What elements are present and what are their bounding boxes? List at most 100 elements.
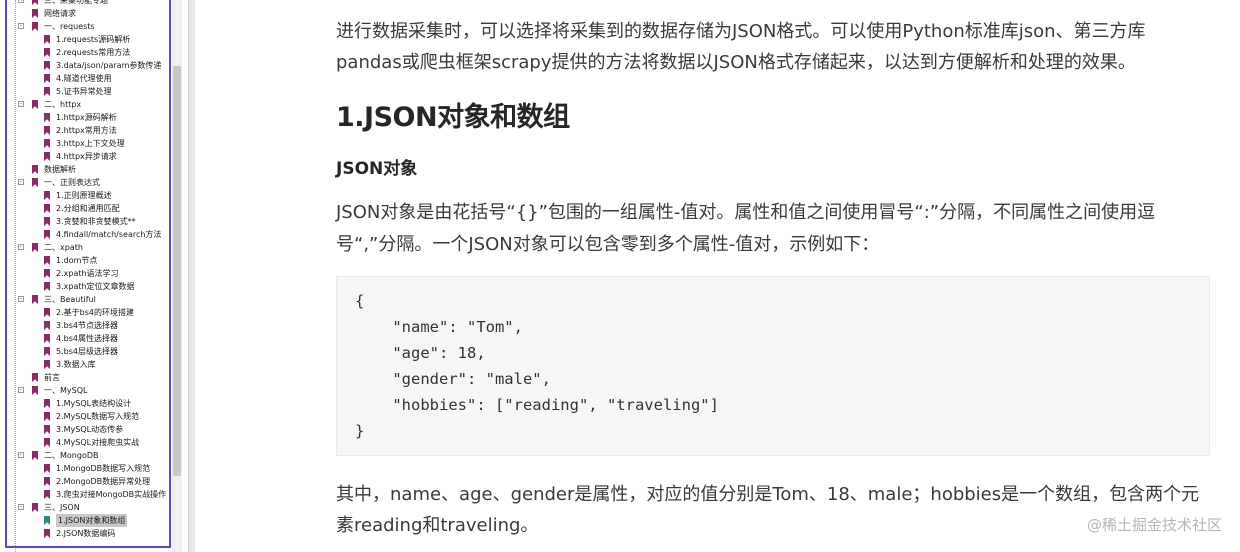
tree-item[interactable]: 3.数据入库 [6,358,172,371]
expand-icon[interactable]: + [18,0,24,3]
tree-item[interactable]: 3.data/json/param参数传递 [6,59,172,72]
bookmark-icon [44,74,50,83]
tree-item[interactable]: 5.证书异常处理 [6,85,172,98]
panel-splitter[interactable] [188,0,195,552]
tree-item[interactable]: 4.MySQL对接爬虫实战 [6,436,172,449]
tree-item-label: 4.findall/match/search方法 [56,230,162,239]
tree-item[interactable]: 1.requests源码解析 [6,33,172,46]
tree-item[interactable]: 2.xpath语法学习 [6,267,172,280]
watermark: @稀土掘金技术社区 [1086,516,1222,534]
tree-item-label: 二、httpx [44,100,82,109]
tree-item[interactable]: 2.MongoDB数据异常处理 [6,475,172,488]
bookmark-icon [44,269,50,278]
bookmark-icon [44,477,50,486]
bookmark-icon [44,152,50,161]
collapse-icon[interactable]: - [18,296,24,302]
tree-item[interactable]: 数据解析 [6,163,172,176]
bookmark-icon [44,438,50,447]
bookmark-icon [44,308,50,317]
tree-item[interactable]: 2.基于bs4的环境搭建 [6,306,172,319]
tree-item-label: 三、Beautiful [44,295,96,304]
tree-item[interactable]: 3.bs4节点选择器 [6,319,172,332]
tree-item-label: 4.隧道代理使用 [56,74,112,83]
code-line: "name": "Tom", [355,318,523,336]
tree-item[interactable]: - 一、requests [6,20,172,33]
tree-item[interactable]: 4.隧道代理使用 [6,72,172,85]
tree-item[interactable]: 4.httpx异步请求 [6,150,172,163]
tree-item[interactable]: 2.requests常用方法 [6,46,172,59]
tree-item[interactable]: 前言 [6,371,172,384]
collapse-icon[interactable]: - [18,23,24,29]
tree-item[interactable]: + 三、采集功能专题 [6,0,172,7]
bookmark-icon [44,529,50,538]
tree-item[interactable]: - 二、xpath [6,241,172,254]
collapse-icon[interactable]: - [18,244,24,250]
tree-item-label: 一、正则表达式 [44,178,100,187]
tree-item-label: 1.dom节点 [56,256,98,265]
tree-item-label: 3.data/json/param参数传递 [56,61,162,70]
bookmark-icon [44,48,50,57]
tree-item[interactable]: 3.爬虫对接MongoDB实战操作 [6,488,172,501]
tree-item[interactable]: 1.MongoDB数据写入规范 [6,462,172,475]
tree-item[interactable]: 5.bs4层级选择器 [6,345,172,358]
tree-item-label: 2.httpx常用方法 [56,126,117,135]
bookmark-icon [32,243,38,252]
tree-item[interactable]: - 一、MySQL [6,384,172,397]
collapse-icon[interactable]: - [18,504,24,510]
bookmark-icon [44,321,50,330]
tree-item[interactable]: - 三、Beautiful [6,293,172,306]
tree-item-label: 3.爬虫对接MongoDB实战操作 [56,490,167,499]
tree-item-label: 3.数据入库 [56,360,96,369]
bookmark-icon [32,373,38,382]
tree-item[interactable]: 4.bs4属性选择器 [6,332,172,345]
tree-item[interactable]: 2.httpx常用方法 [6,124,172,137]
tree-item[interactable]: 3.xpath定位文章数据 [6,280,172,293]
tree-item[interactable]: 3.MySQL动态传参 [6,423,172,436]
tree-item-label: 1.MongoDB数据写入规范 [56,464,151,473]
collapse-icon[interactable]: - [18,452,24,458]
bookmark-icon [44,464,50,473]
tree-item[interactable]: - 三、JSON [6,501,172,514]
tree-item-label: 二、MongoDB [44,451,99,460]
bookmark-icon [44,61,50,70]
tree-item[interactable]: - 二、httpx [6,98,172,111]
tree-item[interactable]: 1.正则原理概述 [6,189,172,202]
conclusion-paragraph: 其中，name、age、gender是属性，对应的值分别是Tom、18、male… [336,484,1200,536]
bookmark-icon [44,282,50,291]
bookmark-icon [44,191,50,200]
tree-item-label: 三、JSON [44,503,80,512]
bookmark-icon [32,503,38,512]
bookmark-tree-panel: + 三、采集功能专题网络请求 - 一、requests 1.requests源码解析 2.… [0,0,196,552]
tree-item-label: 2.JSON数据编码 [56,529,116,538]
bookmark-icon [44,87,50,96]
tree-item[interactable]: - 二、MongoDB [6,449,172,462]
tree-item[interactable]: - 一、正则表达式 [6,176,172,189]
tree-item[interactable]: 2.MySQL数据写入规范 [6,410,172,423]
tree-item[interactable]: 2.JSON数据编码 [6,527,172,540]
tree-item-label: 1.JSON对象和数组 [56,514,128,527]
tree-item[interactable]: 4.findall/match/search方法 [6,228,172,241]
tree-item-label: 1.MySQL表结构设计 [56,399,132,408]
tree-item[interactable]: 1.dom节点 [6,254,172,267]
bookmark-icon [44,360,50,369]
tree-item[interactable]: 3.贪婪和非贪婪模式** [6,215,172,228]
tree-item[interactable]: 1.httpx源码解析 [6,111,172,124]
tree-item[interactable]: 1.JSON对象和数组 [6,514,172,527]
tree-scrollbar-thumb[interactable] [173,66,181,476]
tree-item[interactable]: 3.httpx上下文处理 [6,137,172,150]
collapse-icon[interactable]: - [18,387,24,393]
code-line: { [355,292,365,310]
tree-item[interactable]: 网络请求 [6,7,172,20]
bookmark-icon [44,217,50,226]
tree-item[interactable]: 1.MySQL表结构设计 [6,397,172,410]
tree-item[interactable]: 2.分组和通用匹配 [6,202,172,215]
tree-item-label: 二、xpath [44,243,83,252]
bookmark-icon [44,230,50,239]
code-block: { "name": "Tom", "age": 18, "gender": "m… [336,276,1210,456]
collapse-icon[interactable]: - [18,179,24,185]
collapse-icon[interactable]: - [18,101,24,107]
bookmark-icon [32,100,38,109]
tree-item-label: 3.MySQL动态传参 [56,425,124,434]
tree-item-label: 3.bs4节点选择器 [56,321,118,330]
tree-item-label: 4.MySQL对接爬虫实战 [56,438,140,447]
